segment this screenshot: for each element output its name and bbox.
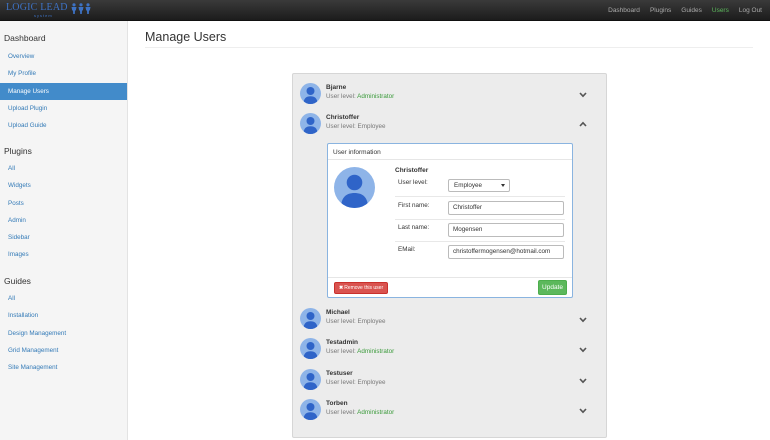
title-divider [145,47,753,48]
user-avatar-icon [300,308,321,329]
user-row-michael[interactable]: Michael User level: Employee [293,305,606,335]
divider [328,159,572,160]
chevron-down-icon[interactable] [579,408,587,414]
caret-down-icon [501,184,505,187]
user-level: User level: Employee [326,318,386,325]
selected-user-name: Christoffer [395,167,429,174]
chevron-down-icon[interactable] [579,378,587,384]
sidebar-item-design-management[interactable]: Design Management [0,325,127,342]
user-information-box: User information Christoffer User level:… [327,143,573,298]
nav-logout[interactable]: Log Out [734,7,770,14]
user-information-heading: User information [333,149,381,156]
sidebar-item-posts[interactable]: Posts [0,195,127,212]
user-level: User level: Employee [326,379,386,386]
user-level: User level: Administrator [326,348,395,355]
user-name: Torben [326,400,348,407]
sidebar-item-installation[interactable]: Installation [0,307,127,324]
chevron-down-icon[interactable] [579,347,587,353]
sidebar-item-images[interactable]: Images [0,246,127,263]
logo-text: LOGIC LEAD [6,2,68,13]
user-level: User level: Administrator [326,93,395,100]
sidebar-item-overview[interactable]: Overview [0,48,127,65]
divider [395,241,565,242]
remove-user-label: Remove this user [344,285,384,291]
logo-subtext: system [34,13,53,18]
brand-logo[interactable]: LOGIC LEAD system [6,3,91,18]
sidebar-section-dashboard: Dashboard [4,33,46,43]
user-avatar-icon [300,338,321,359]
user-avatar-icon [300,399,321,420]
sidebar-item-site-management[interactable]: Site Management [0,359,127,376]
user-row-christoffer[interactable]: Christoffer User level: Employee [293,110,606,140]
page-title: Manage Users [145,30,227,44]
sidebar-item-grid-management[interactable]: Grid Management [0,342,127,359]
top-navbar: LOGIC LEAD system Dashboard Plugins Guid… [0,0,770,21]
user-name: Christoffer [326,114,360,121]
user-name: Testuser [326,370,353,377]
top-nav-links: Dashboard Plugins Guides Users Log Out [603,0,770,21]
user-row-testadmin[interactable]: Testadmin User level: Administrator [293,335,606,365]
sidebar-item-admin[interactable]: Admin [0,212,127,229]
user-avatar-icon [300,83,321,104]
sidebar-item-sidebar[interactable]: Sidebar [0,229,127,246]
first-name-label: First name: [398,202,430,209]
sidebar-item-upload-guide[interactable]: Upload Guide [0,117,127,134]
users-panel: Bjarne User level: Administrator Christo… [292,73,607,438]
divider [395,219,565,220]
nav-guides[interactable]: Guides [676,7,707,14]
nav-dashboard[interactable]: Dashboard [603,7,645,14]
nav-users[interactable]: Users [707,7,734,14]
user-name: Testadmin [326,339,359,346]
user-name: Michael [326,309,350,316]
sidebar-section-guides: Guides [4,276,31,286]
last-name-label: Last name: [398,224,430,231]
first-name-input[interactable]: Christoffer [448,201,564,215]
user-row-torben[interactable]: Torben User level: Administrator [293,396,606,426]
divider [328,277,572,278]
chevron-down-icon[interactable] [579,317,587,323]
user-level: User level: Administrator [326,409,395,416]
close-icon: ✖ [339,285,344,291]
sidebar-item-upload-plugin[interactable]: Upload Plugin [0,100,127,117]
user-avatar-icon [300,369,321,390]
sidebar-item-my-profile[interactable]: My Profile [0,65,127,82]
user-avatar-large-icon [334,167,375,208]
user-level-select[interactable]: Employee [448,179,510,192]
sidebar-item-plugins-all[interactable]: All [0,160,127,177]
sidebar-item-manage-users[interactable]: Manage Users [0,82,127,100]
update-button[interactable]: Update [538,280,567,295]
sidebar-item-widgets[interactable]: Widgets [0,177,127,194]
nav-plugins[interactable]: Plugins [645,7,676,14]
user-avatar-icon [300,113,321,134]
user-level-label: User level: [398,179,428,186]
divider [395,196,565,197]
email-input[interactable]: christoffermogensen@hotmail.com [448,245,564,259]
sidebar-item-guides-all[interactable]: All [0,290,127,307]
user-level-select-value: Employee [454,182,483,189]
people-logo-icon [71,3,91,14]
sidebar-section-plugins: Plugins [4,146,32,156]
email-label: EMail: [398,246,416,253]
user-name: Bjarne [326,84,347,91]
chevron-up-icon[interactable] [579,121,587,127]
user-row-testuser[interactable]: Testuser User level: Employee [293,366,606,396]
user-level: User level: Employee [326,123,386,130]
remove-user-button[interactable]: ✖Remove this user [334,282,388,294]
sidebar: Dashboard Overview My Profile Manage Use… [0,21,128,440]
last-name-input[interactable]: Mogensen [448,223,564,237]
chevron-down-icon[interactable] [579,92,587,98]
user-row-bjarne[interactable]: Bjarne User level: Administrator [293,80,606,110]
